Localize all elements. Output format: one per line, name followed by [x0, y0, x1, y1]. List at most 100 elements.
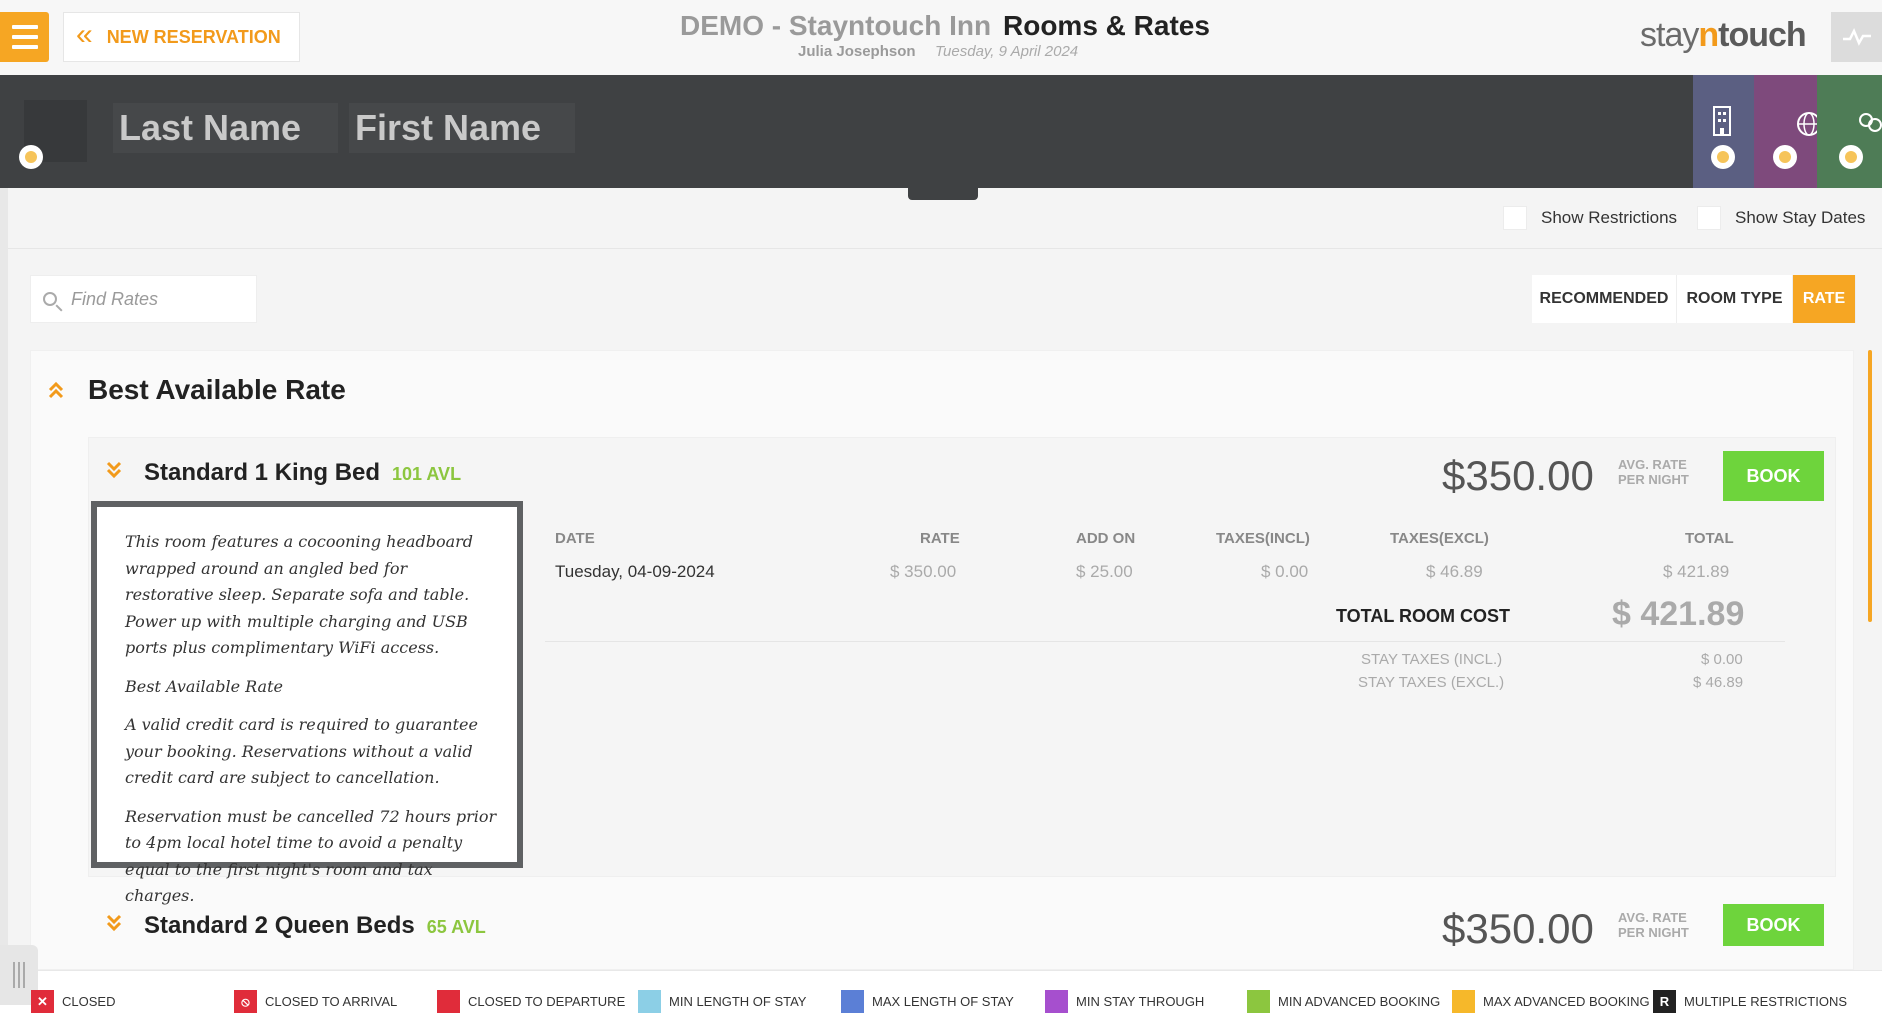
show-restrictions-checkbox[interactable] — [1503, 206, 1527, 230]
show-restrictions-option[interactable]: Show Restrictions — [1503, 206, 1677, 230]
col-header-addon: ADD ON — [1076, 530, 1136, 547]
company-search-badge-icon[interactable] — [1711, 145, 1735, 169]
book-button[interactable]: BOOK — [1723, 451, 1824, 501]
room-availability: 65 AVL — [426, 917, 486, 937]
legend-max-length-of-stay-label: MAX LENGTH OF STAY — [872, 994, 1014, 1009]
stay-taxes-incl-label: STAY TAXES (INCL.) — [1361, 651, 1503, 668]
cell-taxes-incl: $ 0.00 — [1261, 562, 1309, 581]
tab-room-type[interactable]: ROOM TYPE — [1677, 275, 1793, 323]
legend-closed-to-arrival-label: CLOSED TO ARRIVAL — [265, 994, 398, 1009]
total-room-cost-label: TOTAL ROOM COST — [1336, 606, 1510, 626]
search-badge-icon[interactable] — [19, 145, 43, 169]
search-icon — [43, 292, 57, 306]
room-price: $350.00 — [1442, 905, 1594, 952]
legend-closed-to-departure: CLOSED TO DEPARTURE — [437, 990, 625, 1013]
legend-closed: ✕ CLOSED — [31, 990, 115, 1013]
last-name-field[interactable]: Last Name — [113, 103, 338, 153]
col-header-rate: RATE — [920, 530, 960, 547]
avg-rate-label: AVG. RATE PER NIGHT — [1618, 457, 1689, 487]
group-search-badge-icon[interactable] — [1839, 145, 1863, 169]
stay-taxes-excl-value: $ 46.89 — [1693, 674, 1744, 691]
legend-closed-to-departure-label: CLOSED TO DEPARTURE — [468, 994, 626, 1009]
divider — [8, 248, 1882, 249]
col-header-date: DATE — [555, 530, 595, 547]
legend-multiple-restrictions-label: MULTIPLE RESTRICTIONS — [1684, 994, 1848, 1009]
legend-max-advanced-booking: MAX ADVANCED BOOKING — [1452, 990, 1650, 1013]
hotel-name: DEMO - Stayntouch Inn — [680, 10, 992, 41]
legend-min-stay-through: MIN STAY THROUGH — [1045, 990, 1204, 1013]
travel-agent-search-badge-icon[interactable] — [1773, 145, 1797, 169]
legend-closed-label: CLOSED — [62, 994, 116, 1009]
stay-taxes-incl-value: $ 0.00 — [1701, 651, 1743, 668]
room-price: $350.00 — [1442, 452, 1594, 499]
tab-rate[interactable]: RATE — [1793, 275, 1856, 323]
tab-recommended[interactable]: RECOMMENDED — [1532, 275, 1677, 323]
legend-min-length-of-stay-label: MIN LENGTH OF STAY — [669, 994, 807, 1009]
search-drawer-handle[interactable] — [908, 188, 978, 200]
legend-closed-to-departure-swatch — [437, 990, 460, 1013]
room-availability: 101 AVL — [392, 464, 462, 484]
cancellation-policy-text: Reservation must be cancelled 72 hours p… — [125, 806, 497, 906]
activity-icon[interactable] — [1831, 12, 1882, 62]
travel-agent-tab[interactable] — [1754, 75, 1821, 188]
new-reservation-button[interactable]: « NEW RESERVATION — [63, 12, 300, 62]
group-icon — [1857, 111, 1882, 143]
top-bar: « NEW RESERVATION DEMO - Stayntouch Inn … — [0, 0, 1882, 75]
new-reservation-label: NEW RESERVATION — [106, 26, 281, 47]
page-title: Rooms & Rates — [1003, 10, 1210, 41]
cell-date: Tuesday, 04-09-2024 — [555, 562, 715, 581]
legend-min-length-of-stay-swatch — [638, 990, 661, 1013]
stayntouch-logo: stayntouch — [1640, 16, 1807, 54]
guest-search-strip: Last Name First Name — [0, 75, 1882, 188]
collapse-group-icon[interactable] — [48, 381, 64, 403]
legend-min-advanced-booking-swatch — [1247, 990, 1270, 1013]
first-name-field[interactable]: First Name — [349, 103, 575, 153]
find-rates-placeholder: Find Rates — [71, 288, 159, 309]
rate-group-title: Best Available Rate — [88, 374, 346, 405]
legend-max-advanced-booking-label: MAX ADVANCED BOOKING — [1483, 994, 1650, 1009]
legend-closed-to-arrival: ⦸ CLOSED TO ARRIVAL — [234, 990, 397, 1013]
legend-min-advanced-booking: MIN ADVANCED BOOKING — [1247, 990, 1440, 1013]
user-name: Julia Josephson — [798, 43, 916, 60]
view-tabs: RECOMMENDED ROOM TYPE RATE — [1532, 275, 1856, 323]
legend-multiple-restrictions: R MULTIPLE RESTRICTIONS — [1653, 990, 1847, 1013]
legend-multiple-restrictions-swatch: R — [1653, 990, 1676, 1013]
expand-room-icon[interactable] — [106, 914, 122, 938]
cell-addon: $ 25.00 — [1076, 562, 1133, 581]
legend-max-length-of-stay-swatch — [841, 990, 864, 1013]
legend-min-length-of-stay: MIN LENGTH OF STAY — [638, 990, 806, 1013]
legend-max-advanced-booking-swatch — [1452, 990, 1475, 1013]
scrollbar[interactable] — [1868, 350, 1872, 622]
book-button[interactable]: BOOK — [1723, 904, 1824, 946]
cell-taxes-excl: $ 46.89 — [1426, 562, 1483, 581]
show-restrictions-label: Show Restrictions — [1541, 208, 1678, 227]
find-rates-input[interactable]: Find Rates — [30, 275, 257, 323]
divider — [545, 641, 1785, 642]
cell-rate: $ 350.00 — [890, 562, 957, 581]
show-stay-dates-label: Show Stay Dates — [1735, 208, 1866, 227]
legend-closed-swatch: ✕ — [31, 990, 54, 1013]
col-header-taxes-incl: TAXES(INCL) — [1216, 530, 1310, 547]
menu-icon[interactable] — [0, 12, 49, 62]
left-edge — [0, 188, 8, 970]
legend-closed-to-arrival-swatch: ⦸ — [234, 990, 257, 1013]
company-card-tab[interactable] — [1693, 75, 1754, 188]
room-description-text: This room features a cocooning headboard… — [125, 532, 473, 657]
legend-max-length-of-stay: MAX LENGTH OF STAY — [841, 990, 1014, 1013]
building-icon — [1711, 105, 1733, 144]
business-date: Tuesday, 9 April 2024 — [935, 43, 1079, 60]
col-header-total: TOTAL — [1685, 530, 1734, 547]
show-stay-dates-option[interactable]: Show Stay Dates — [1697, 206, 1865, 230]
guarantee-policy-text: A valid credit card is required to guara… — [125, 715, 478, 787]
room-name[interactable]: Standard 1 King Bed 101 AVL — [144, 459, 461, 487]
collapse-room-icon[interactable] — [106, 461, 122, 485]
room-name[interactable]: Standard 2 Queen Beds 65 AVL — [144, 912, 486, 940]
legend-min-advanced-booking-label: MIN ADVANCED BOOKING — [1278, 994, 1441, 1009]
stay-taxes-excl-label: STAY TAXES (EXCL.) — [1358, 674, 1505, 691]
col-header-taxes-excl: TAXES(EXCL) — [1390, 530, 1489, 547]
group-tab[interactable] — [1817, 75, 1882, 188]
avg-rate-label: AVG. RATE PER NIGHT — [1618, 910, 1689, 940]
show-stay-dates-checkbox[interactable] — [1697, 206, 1721, 230]
globe-icon — [1796, 111, 1821, 144]
legend-min-stay-through-swatch — [1045, 990, 1068, 1013]
